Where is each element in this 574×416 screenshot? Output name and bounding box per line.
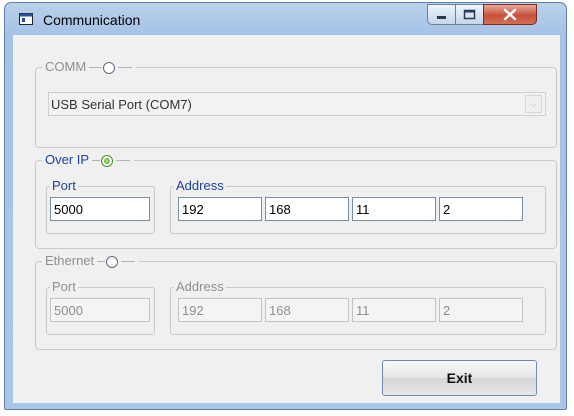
over-ip-address-octet-4[interactable]: 2 (439, 197, 523, 221)
ethernet-address-octet-2[interactable]: 168 (265, 298, 349, 322)
comm-group: COMM USB Serial Port (COM7) ⌵ (35, 59, 557, 148)
over-ip-radio[interactable] (101, 154, 114, 167)
ethernet-address-label: Address (174, 279, 226, 295)
over-ip-port-field[interactable]: 5000 (50, 197, 150, 221)
over-ip-address-octet-2[interactable]: 168 (265, 197, 349, 221)
ethernet-address-octet-4[interactable]: 2 (439, 298, 523, 322)
window-app-icon (19, 13, 33, 25)
comm-label: COMM (45, 59, 87, 74)
ethernet-legend: Ethernet (42, 253, 140, 269)
ethernet-port-field[interactable]: 5000 (50, 298, 150, 322)
ethernet-label: Ethernet (45, 253, 95, 268)
ethernet-radio[interactable] (106, 255, 119, 268)
ethernet-address-octet-3[interactable]: 11 (352, 298, 436, 322)
over-ip-address-octet-1[interactable]: 192 (178, 197, 262, 221)
chevron-down-icon[interactable]: ⌵ (525, 95, 542, 113)
dialog-body: COMM USB Serial Port (COM7) ⌵ Over IP Po… (13, 35, 560, 403)
minimize-button[interactable] (427, 4, 456, 25)
maximize-button[interactable] (455, 4, 484, 25)
over-ip-address-octet-3[interactable]: 11 (352, 197, 436, 221)
ethernet-port-label: Port (50, 279, 78, 295)
close-button[interactable] (483, 4, 537, 25)
over-ip-group: Over IP Port 5000 Address 192 168 11 2 (35, 152, 557, 249)
exit-button[interactable]: Exit (382, 360, 537, 396)
comm-port-dropdown[interactable]: USB Serial Port (COM7) ⌵ (48, 92, 546, 116)
maximize-icon (463, 9, 476, 20)
ethernet-group: Ethernet Port 5000 Address 192 168 11 2 (35, 253, 557, 350)
title-bar[interactable]: Communication (5, 3, 566, 35)
over-ip-port-label: Port (50, 178, 78, 194)
ethernet-address-octet-1[interactable]: 192 (178, 298, 262, 322)
close-icon (503, 8, 517, 21)
window-title: Communication (43, 12, 141, 28)
over-ip-label: Over IP (45, 152, 90, 167)
comm-port-value: USB Serial Port (COM7) (51, 97, 192, 112)
minimize-icon (437, 16, 446, 19)
comm-legend: COMM (42, 59, 137, 75)
communication-window: Communication COMM USB Serial Port (COM7… (4, 2, 567, 410)
comm-radio[interactable] (103, 61, 116, 74)
over-ip-legend: Over IP (42, 152, 135, 168)
over-ip-address-label: Address (174, 178, 226, 194)
